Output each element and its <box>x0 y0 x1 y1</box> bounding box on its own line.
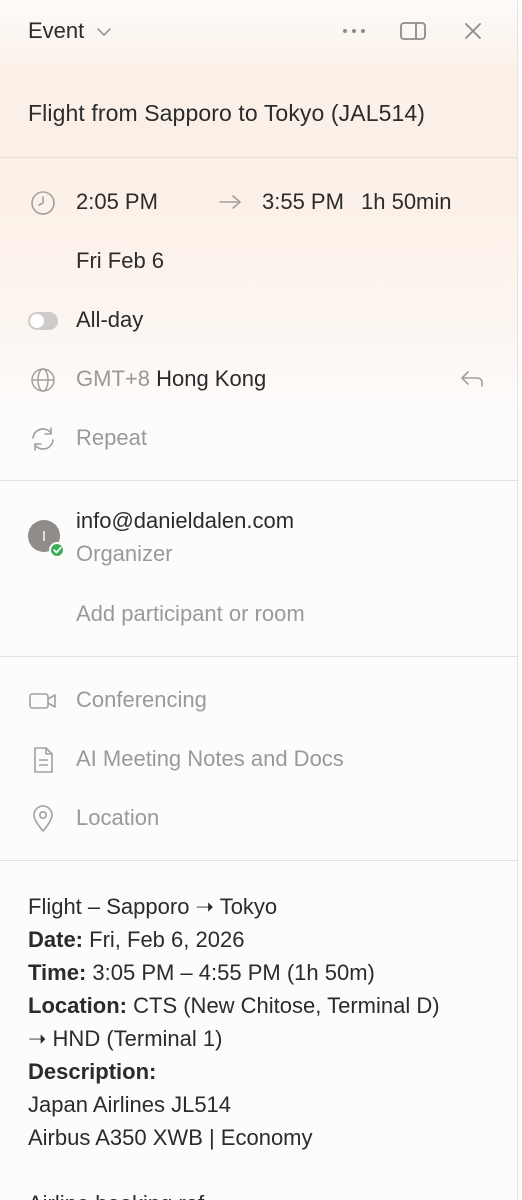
globe-icon <box>28 365 58 395</box>
organizer-email[interactable]: info@danieldalen.com <box>76 508 294 534</box>
repeat-icon <box>28 424 58 454</box>
timezone-label: GMT+8 Hong Kong <box>76 366 266 392</box>
allday-toggle[interactable] <box>28 306 58 336</box>
reset-timezone-icon[interactable] <box>459 369 485 389</box>
location-pin-icon <box>28 804 58 834</box>
location-label-bold: Location: <box>28 993 127 1018</box>
timezone-offset: GMT+8 <box>76 366 150 391</box>
divider <box>0 480 517 481</box>
description-line: Date: Fri, Feb 6, 2026 <box>28 923 498 956</box>
allday-label: All-day <box>76 307 144 332</box>
end-time[interactable]: 3:55 PM <box>262 189 344 215</box>
notes-label: AI Meeting Notes and Docs <box>76 746 344 771</box>
description-line: Flight – Sapporo ➝ Tokyo <box>28 894 278 919</box>
location-row[interactable]: Location <box>0 798 517 838</box>
video-camera-icon <box>28 686 58 716</box>
description-label: Description: <box>28 1059 157 1084</box>
timezone-name: Hong Kong <box>156 366 267 391</box>
location-label: Location <box>76 805 160 830</box>
description-blank-line <box>28 1154 498 1187</box>
close-icon[interactable] <box>458 16 488 46</box>
event-header: Event <box>0 0 517 62</box>
repeat-row[interactable]: Repeat <box>0 418 517 458</box>
time-value: 3:05 PM – 4:55 PM (1h 50m) <box>86 960 375 985</box>
divider <box>0 860 517 861</box>
event-type-label: Event <box>28 18 85 43</box>
description-line: Location: CTS (New Chitose, Terminal D) <box>28 989 498 1022</box>
add-participant-row[interactable]: Add participant or room <box>0 594 517 634</box>
description-line: Time: 3:05 PM – 4:55 PM (1h 50m) <box>28 956 498 989</box>
description-line: Japan Airlines JL514 <box>28 1092 232 1117</box>
event-description[interactable]: Flight – Sapporo ➝ Tokyo Date: Fri, Feb … <box>28 890 498 1200</box>
duration: 1h 50min <box>361 189 452 214</box>
clock-icon <box>28 188 58 218</box>
date-value: Fri, Feb 6, 2026 <box>83 927 245 952</box>
description-line: ➝ HND (Terminal 1) <box>28 1026 223 1051</box>
repeat-label: Repeat <box>76 425 147 450</box>
conferencing-row[interactable]: Conferencing <box>0 680 517 720</box>
more-icon[interactable] <box>339 16 369 46</box>
conferencing-label: Conferencing <box>76 687 207 712</box>
chevron-down-icon <box>97 28 112 36</box>
date-row: Fri Feb 6 <box>0 241 517 281</box>
sidebar-icon[interactable] <box>398 16 428 46</box>
notes-row[interactable]: AI Meeting Notes and Docs <box>0 739 517 779</box>
timezone-row[interactable]: GMT+8 Hong Kong <box>0 359 517 399</box>
location-value: CTS (New Chitose, Terminal D) <box>127 993 440 1018</box>
date-label: Date: <box>28 927 84 952</box>
time-label: Time: <box>28 960 87 985</box>
event-title-input[interactable]: Flight from Sapporo to Tokyo (JAL514) <box>28 100 425 127</box>
event-date[interactable]: Fri Feb 6 <box>76 248 164 274</box>
add-participant-input[interactable]: Add participant or room <box>76 601 305 627</box>
accepted-check-icon <box>49 542 65 558</box>
organizer-role: Organizer <box>76 541 173 566</box>
description-line: Description: <box>28 1055 498 1088</box>
time-row: 2:05 PM 3:55 PM 1h 50min <box>0 182 517 222</box>
document-icon <box>28 745 58 775</box>
divider <box>0 157 517 158</box>
allday-row[interactable]: All-day <box>0 300 517 340</box>
start-time[interactable]: 2:05 PM <box>76 189 158 215</box>
description-line: Airline booking ref <box>28 1187 498 1200</box>
arrow-right-icon <box>219 195 241 209</box>
divider <box>0 656 517 657</box>
toggle-icon <box>28 312 58 330</box>
event-panel: Event Flight from Sapporo to Tokyo (JAL5… <box>0 0 518 1200</box>
description-line: Airbus A350 XWB | Economy <box>28 1125 313 1150</box>
event-type-dropdown[interactable]: Event <box>28 18 112 44</box>
